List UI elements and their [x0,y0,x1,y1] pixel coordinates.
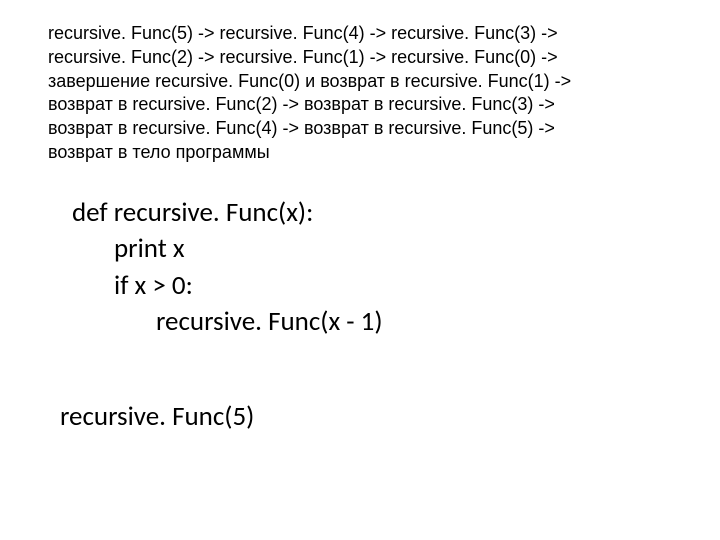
trace-line: возврат в recursive. Func(4) -> возврат … [48,117,648,141]
code-line-if: if x > 0: [72,268,383,304]
code-line-recurse: recursive. Func(x - 1) [72,304,383,340]
trace-line: возврат в recursive. Func(2) -> возврат … [48,93,648,117]
code-snippet: def recursive. Func(x): print x if x > 0… [72,195,383,341]
trace-line: recursive. Func(2) -> recursive. Func(1)… [48,46,648,70]
trace-line: возврат в тело программы [48,141,648,165]
trace-line: recursive. Func(5) -> recursive. Func(4)… [48,22,648,46]
code-line-print: print x [72,231,383,267]
trace-line: завершение recursive. Func(0) и возврат … [48,70,648,94]
code-line-def: def recursive. Func(x): [72,195,383,231]
function-call: recursive. Func(5) [60,400,254,433]
execution-trace: recursive. Func(5) -> recursive. Func(4)… [48,22,648,165]
